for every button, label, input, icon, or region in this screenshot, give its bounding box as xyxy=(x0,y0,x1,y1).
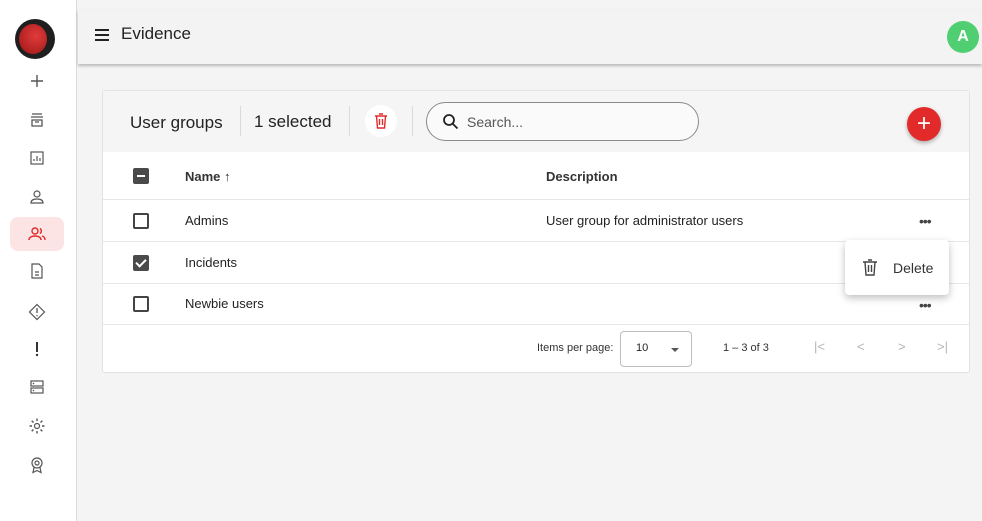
divider xyxy=(412,106,413,136)
table-row[interactable]: Admins User group for administrator user… xyxy=(103,200,969,242)
group-name: Newbie users xyxy=(185,296,264,311)
user-groups-card: User groups 1 selected + Name ↑ Descript… xyxy=(102,90,970,373)
delete-menu-item[interactable]: Delete xyxy=(845,240,949,295)
diamond-alert-icon xyxy=(28,303,46,321)
search-input[interactable] xyxy=(467,111,687,132)
person-icon xyxy=(30,190,44,204)
sidebar-item-user-groups[interactable] xyxy=(10,217,64,251)
document-icon xyxy=(31,263,43,279)
award-icon xyxy=(31,457,43,474)
delete-label: Delete xyxy=(893,260,934,276)
row-context-menu: Delete xyxy=(845,240,949,295)
plus-icon xyxy=(31,75,43,87)
selection-count: 1 selected xyxy=(254,112,332,131)
first-page-button[interactable]: |< xyxy=(814,339,825,354)
exclamation-icon xyxy=(35,342,39,357)
sidebar-item-settings[interactable] xyxy=(10,409,64,443)
chevron-down-icon xyxy=(671,348,679,352)
search-box xyxy=(426,102,699,141)
delete-selected-button[interactable] xyxy=(365,105,397,137)
archive-icon xyxy=(31,113,43,127)
sidebar-item-storage[interactable] xyxy=(10,370,64,404)
select-all-checkbox[interactable] xyxy=(133,168,149,184)
items-per-page-value: 10 xyxy=(636,342,649,354)
sidebar-item-warnings[interactable] xyxy=(10,295,64,329)
add-group-button[interactable]: + xyxy=(907,107,941,141)
group-icon xyxy=(28,227,46,241)
row-checkbox[interactable] xyxy=(133,296,149,312)
more-actions-button[interactable]: ••• xyxy=(919,297,932,313)
group-name: Incidents xyxy=(185,255,238,270)
row-checkbox[interactable] xyxy=(133,213,149,229)
trash-icon xyxy=(375,113,387,129)
row-checkbox[interactable] xyxy=(133,255,149,271)
sidebar-item-badges[interactable] xyxy=(10,448,64,482)
group-description: User group for administrator users xyxy=(546,213,744,228)
last-page-button[interactable]: >| xyxy=(937,339,948,354)
sidebar-item-reports[interactable] xyxy=(10,141,64,175)
server-icon xyxy=(30,380,44,394)
next-page-button[interactable]: > xyxy=(898,339,906,354)
sidebar-item-archive[interactable] xyxy=(10,103,64,137)
column-header-description[interactable]: Description xyxy=(546,169,618,184)
avatar[interactable]: A xyxy=(947,21,979,53)
page-title: Evidence xyxy=(121,24,191,43)
search-icon xyxy=(443,114,459,130)
sidebar-item-alerts[interactable] xyxy=(10,332,64,366)
items-per-page-select[interactable]: 10 xyxy=(620,331,692,367)
group-name: Admins xyxy=(185,213,229,228)
table-row[interactable]: Incidents xyxy=(103,242,969,284)
top-bar: Evidence A xyxy=(78,9,982,64)
items-per-page-label: Items per page: xyxy=(537,342,614,354)
sidebar-item-add[interactable] xyxy=(10,64,64,98)
chart-icon xyxy=(30,151,44,165)
gear-icon xyxy=(29,418,45,434)
page-range: 1 – 3 of 3 xyxy=(723,342,769,354)
divider xyxy=(349,106,350,136)
divider xyxy=(240,106,241,136)
trash-icon xyxy=(863,259,877,276)
column-header-name[interactable]: Name ↑ xyxy=(185,169,231,184)
paginator: Items per page: 10 1 – 3 of 3 |< < > >| xyxy=(103,325,969,371)
previous-page-button[interactable]: < xyxy=(857,339,865,354)
card-toolbar: User groups 1 selected + xyxy=(103,91,969,152)
menu-icon[interactable] xyxy=(95,29,109,41)
table-row[interactable]: Newbie users ••• xyxy=(103,284,969,325)
sidebar-item-documents[interactable] xyxy=(10,254,64,288)
table-header: Name ↑ Description xyxy=(103,152,969,200)
app-logo[interactable] xyxy=(15,19,55,59)
card-title: User groups xyxy=(130,113,223,132)
sidebar xyxy=(0,0,77,521)
sidebar-item-user[interactable] xyxy=(10,180,64,214)
more-actions-button[interactable]: ••• xyxy=(919,213,932,229)
